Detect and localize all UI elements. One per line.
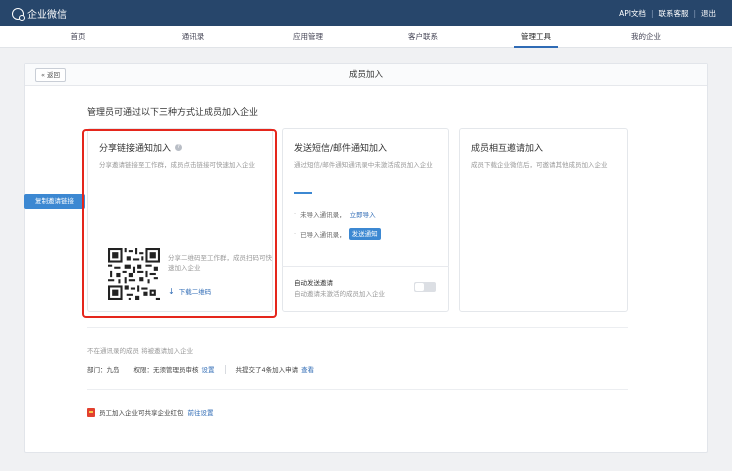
mutual-invite-option: 成员相互邀请加入 成员下载企业微信后，可邀请其他成员加入企业 (459, 128, 628, 312)
sms-email-title: 发送短信/邮件通知加入 (294, 144, 388, 154)
app-logo[interactable]: 企业微信 (12, 6, 67, 21)
section-accent-line (294, 192, 312, 194)
nav-management-tools[interactable]: 管理工具 (486, 26, 586, 48)
wecom-logo-icon (12, 7, 25, 21)
mutual-invite-title: 成员相互邀请加入 (471, 144, 544, 154)
divider (87, 389, 628, 390)
divider (87, 327, 628, 328)
red-packet-row: 员工加入企业可共享企业红包 前往设置 (87, 407, 214, 417)
top-link-separator: | (650, 9, 654, 18)
highlight-box (82, 129, 277, 318)
contact-support-link[interactable]: 联系客服 (658, 8, 688, 19)
page-title: 成员加入 (348, 70, 383, 80)
permission-settings-link[interactable]: 设置 (202, 364, 215, 374)
mutual-invite-desc: 成员下载企业微信后，可邀请其他成员加入企业 (471, 161, 608, 169)
copy-invite-link-button[interactable]: 复制邀请链接 (24, 194, 85, 209)
department-row: 部门：九岛 权限：无须管理员审核 设置 共提交了4条加入申请 查看 (87, 364, 314, 374)
view-requests-link[interactable]: 查看 (301, 364, 314, 374)
requests-count-text: 共提交了4条加入申请 (235, 366, 299, 374)
main-nav: 首页 通讯录 应用管理 客户联系 管理工具 我的企业 (0, 26, 732, 48)
step-not-imported: · 未导入通讯录， 立即导入 (294, 209, 376, 219)
vertical-divider (224, 364, 226, 374)
app-name: 企业微信 (27, 10, 67, 21)
nav-app-management[interactable]: 应用管理 (258, 26, 358, 48)
go-settings-link[interactable]: 前往设置 (188, 407, 214, 417)
api-docs-link[interactable]: API文档 (619, 8, 646, 19)
toggle-knob (415, 283, 424, 291)
department-label: 部门：九岛 (87, 366, 120, 374)
permission-label: 权限：无须管理员审核 (133, 366, 199, 374)
red-packet-icon (87, 407, 95, 417)
step-imported: · 已导入通讯录， 发送通知 (294, 228, 381, 240)
send-notification-button[interactable]: 发送通知 (348, 228, 381, 240)
bullet: · (294, 210, 297, 218)
top-links: API文档 | 联系客服 | 退出 (619, 8, 716, 19)
nav-contacts[interactable]: 通讯录 (143, 26, 243, 48)
step-imported-text: 已导入通讯录， (300, 231, 346, 239)
nav-customer-contact[interactable]: 客户联系 (373, 26, 473, 48)
not-in-list-note: 不在通讯录的成员 将被邀请加入企业 (87, 347, 194, 355)
sms-email-desc: 通过短信/邮件通知通讯录中未激活成员加入企业 (294, 161, 433, 169)
step-not-imported-text: 未导入通讯录， (300, 211, 346, 219)
top-bar: 企业微信 API文档 | 联系客服 | 退出 (0, 0, 732, 26)
intro-text: 管理员可通过以下三种方式让成员加入企业 (87, 108, 259, 118)
logout-link[interactable]: 退出 (701, 8, 716, 19)
red-packet-text: 员工加入企业可共享企业红包 (99, 409, 184, 417)
nav-home[interactable]: 首页 (28, 26, 128, 48)
auto-invite-desc: 自动邀请未激活的成员加入企业 (294, 290, 385, 298)
divider (282, 266, 449, 267)
top-link-separator: | (693, 9, 696, 18)
bullet: · (294, 230, 297, 238)
nav-my-enterprise[interactable]: 我的企业 (596, 26, 696, 48)
auto-invite-title: 自动发送邀请 (294, 279, 333, 287)
auto-invite-toggle[interactable] (414, 282, 436, 292)
import-now-link[interactable]: 立即导入 (350, 209, 376, 219)
card-header: « 返回 成员加入 (25, 64, 707, 86)
